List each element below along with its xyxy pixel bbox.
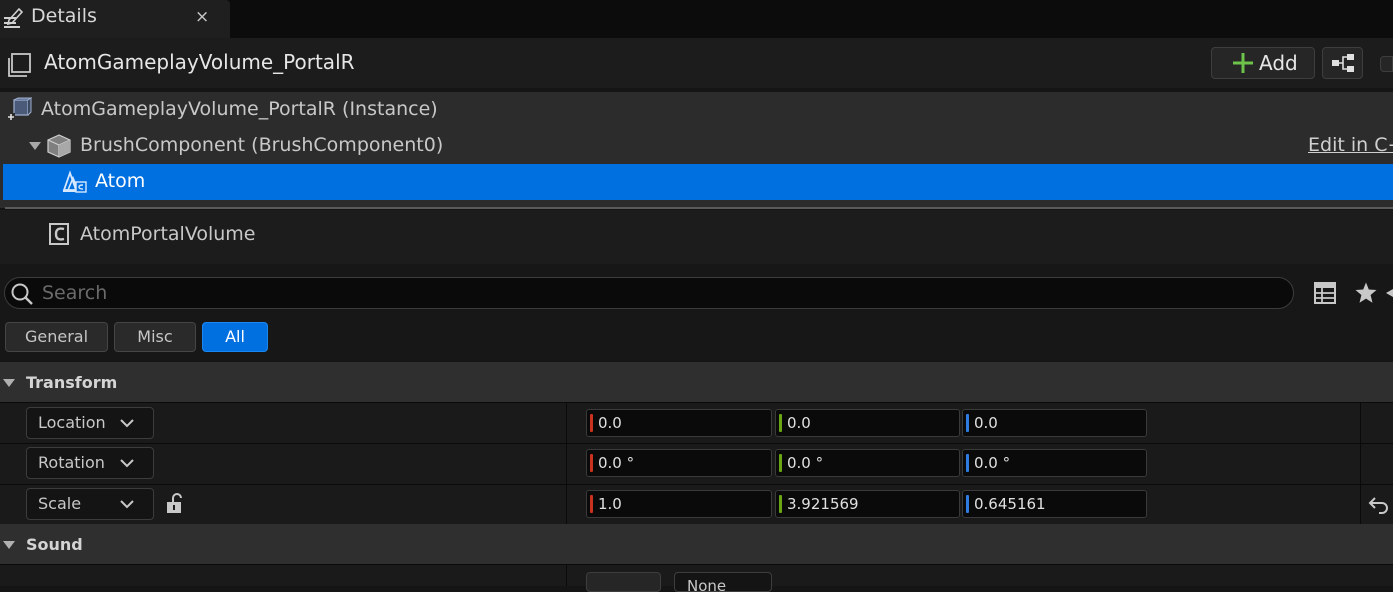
sound-asset-thumbnail[interactable] [586,572,661,592]
z-axis-marker [966,495,969,513]
section-sound[interactable] [0,524,1393,564]
atom-component-icon [62,170,88,194]
actor-icon [8,53,32,77]
filter-misc[interactable]: Misc [114,322,196,352]
class-icon [48,222,70,246]
instance-icon [6,97,32,123]
settings-icon[interactable] [1384,287,1393,299]
expand-arrow-icon[interactable] [28,140,42,152]
actor-name: AtomGameplayVolume_PortalR [44,50,355,74]
rotation-y-value: 0.0 ° [787,454,824,472]
edit-in-cpp-link[interactable]: Edit in C++ [1308,134,1393,156]
scale-z-value: 0.645161 [974,495,1046,513]
edit-details-icon [3,7,23,29]
z-axis-marker [966,454,969,472]
star-icon[interactable] [1354,281,1378,305]
y-axis-marker [779,454,782,472]
scale-x-value: 1.0 [598,495,622,513]
column-splitter[interactable] [566,444,567,484]
rotation-label: Rotation [38,453,105,472]
class-name[interactable]: AtomPortalVolume [80,223,256,245]
tree-divider [5,207,1393,209]
chevron-down-icon [2,539,16,551]
z-axis-marker [966,414,969,432]
location-z-value: 0.0 [974,414,998,432]
location-x-value: 0.0 [598,414,622,432]
column-splitter[interactable] [566,485,567,524]
filter-general[interactable]: General [5,322,108,352]
section-title-transform: Transform [26,373,118,392]
chevron-down-icon [119,457,135,469]
x-axis-marker [590,454,593,472]
tree-item-brush-component[interactable]: BrushComponent (BrushComponent0) [80,134,443,156]
reset-column-splitter [1360,444,1361,484]
lock-icon[interactable] [165,492,187,514]
box-component-icon [46,133,72,159]
y-axis-marker [779,495,782,513]
section-transform[interactable] [0,362,1393,402]
tree-item-atom-row[interactable] [3,164,1393,200]
extra-toolbar-button[interactable] [1380,56,1393,72]
tab-title: Details [31,5,97,27]
close-icon[interactable]: × [195,7,209,27]
sound-asset-dropdown[interactable]: None [674,572,772,592]
search-icon [10,282,34,306]
column-splitter[interactable] [566,565,567,586]
filter-all[interactable]: All [202,322,268,352]
scale-label: Scale [38,494,82,513]
plus-icon [1233,53,1253,73]
x-axis-marker [590,414,593,432]
tree-item-atom[interactable]: Atom [95,170,145,192]
location-y-value: 0.0 [787,414,811,432]
search-input[interactable] [42,279,1272,307]
add-button-label: Add [1259,51,1298,75]
sound-asset-value: None [687,577,727,592]
chevron-down-icon [2,377,16,389]
chevron-down-icon [119,417,135,429]
chevron-down-icon [119,498,135,510]
rotation-z-value: 0.0 ° [974,454,1011,472]
location-label: Location [38,413,106,432]
x-axis-marker [590,495,593,513]
reset-icon[interactable] [1368,494,1390,514]
table-view-icon[interactable] [1313,281,1337,305]
scale-y-value: 3.921569 [787,495,859,513]
section-title-sound: Sound [26,535,83,554]
blueprint-icon [1331,53,1355,73]
rotation-x-value: 0.0 ° [598,454,635,472]
tree-item-instance[interactable]: AtomGameplayVolume_PortalR (Instance) [41,98,438,120]
y-axis-marker [779,414,782,432]
reset-column-splitter [1360,485,1361,524]
